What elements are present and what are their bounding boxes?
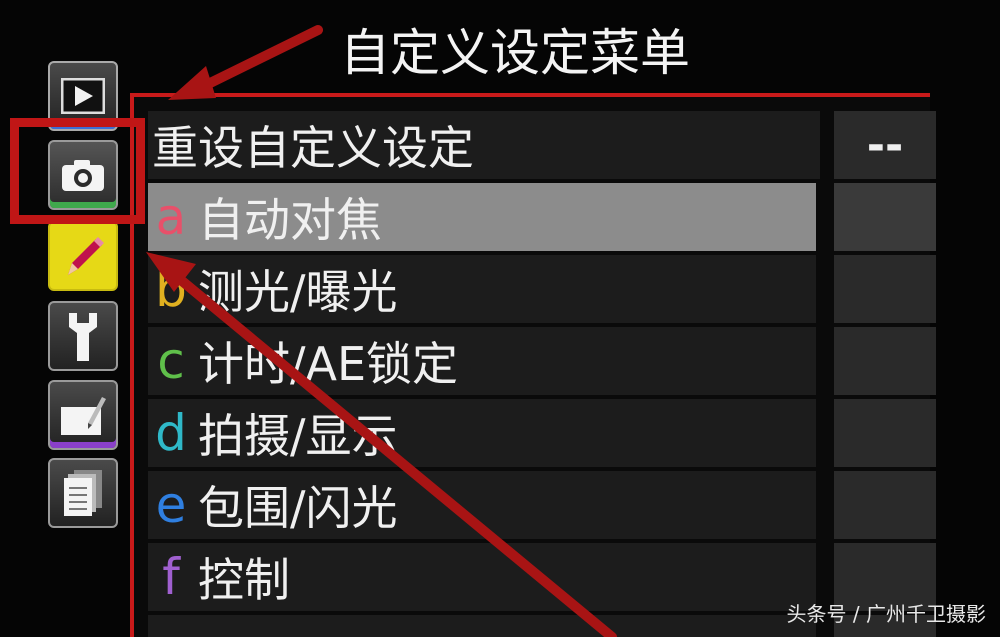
menu-row-letter: f bbox=[162, 548, 180, 606]
menu-title: 自定义设定菜单 bbox=[340, 24, 690, 82]
menu-row-autofocus[interactable]: a 自动对焦 bbox=[148, 183, 936, 251]
annotation-highlight-box bbox=[10, 118, 145, 224]
tab-recent-settings[interactable] bbox=[48, 458, 118, 528]
menu-row-label: 计时/AE锁定 bbox=[198, 337, 459, 391]
menu-row-value: -- bbox=[830, 111, 936, 179]
menu-row-label: 拍摄/显示 bbox=[198, 409, 398, 463]
menu-row-letter: a bbox=[155, 188, 187, 246]
retouch-icon bbox=[58, 393, 108, 437]
tab-custom-settings[interactable] bbox=[48, 221, 118, 291]
menu-row-timers-ae-lock[interactable]: c 计时/AE锁定 bbox=[148, 327, 936, 395]
menu-row-label: 控制 bbox=[198, 553, 290, 607]
menu-row-metering-exposure[interactable]: b 测光/曝光 bbox=[148, 255, 936, 323]
menu-row-shooting-display[interactable]: d 拍摄/显示 bbox=[148, 399, 936, 467]
menu-row-label: 包围/闪光 bbox=[198, 481, 398, 535]
watermark: 头条号 / 广州千卫摄影 bbox=[786, 602, 986, 626]
menu-row-label: 自动对焦 bbox=[198, 193, 382, 247]
menu-row-reset-custom-settings[interactable]: 重设自定义设定 -- bbox=[148, 111, 936, 179]
menu-row-value bbox=[830, 183, 936, 251]
menu-row-label: 测光/曝光 bbox=[198, 265, 398, 319]
wrench-icon bbox=[63, 309, 103, 363]
menu-row-value bbox=[830, 471, 936, 539]
menu-row-value bbox=[830, 399, 936, 467]
menu-row-letter: d bbox=[155, 404, 187, 462]
menu-row-partial bbox=[148, 615, 936, 637]
menu-row-letter: b bbox=[155, 260, 187, 318]
menu-row-value bbox=[830, 327, 936, 395]
play-icon bbox=[61, 78, 105, 114]
menu-row-letter: c bbox=[157, 332, 185, 390]
menu-row-label: 重设自定义设定 bbox=[152, 121, 474, 175]
pages-icon bbox=[62, 468, 104, 518]
tab-setup[interactable] bbox=[48, 301, 118, 371]
annotation-arrow-to-menu bbox=[168, 25, 323, 100]
tab-retouch[interactable] bbox=[48, 380, 118, 450]
menu-row-controls[interactable]: f 控制 bbox=[148, 543, 936, 611]
menu-row-value bbox=[830, 255, 936, 323]
menu-row-bracketing-flash[interactable]: e 包围/闪光 bbox=[148, 471, 936, 539]
custom-settings-menu: 重设自定义设定 -- a 自动对焦 b 测光/曝光 c 计时/AE锁定 d 拍摄… bbox=[130, 93, 936, 637]
pencil-icon bbox=[58, 231, 108, 281]
menu-row-letter: e bbox=[155, 476, 187, 534]
